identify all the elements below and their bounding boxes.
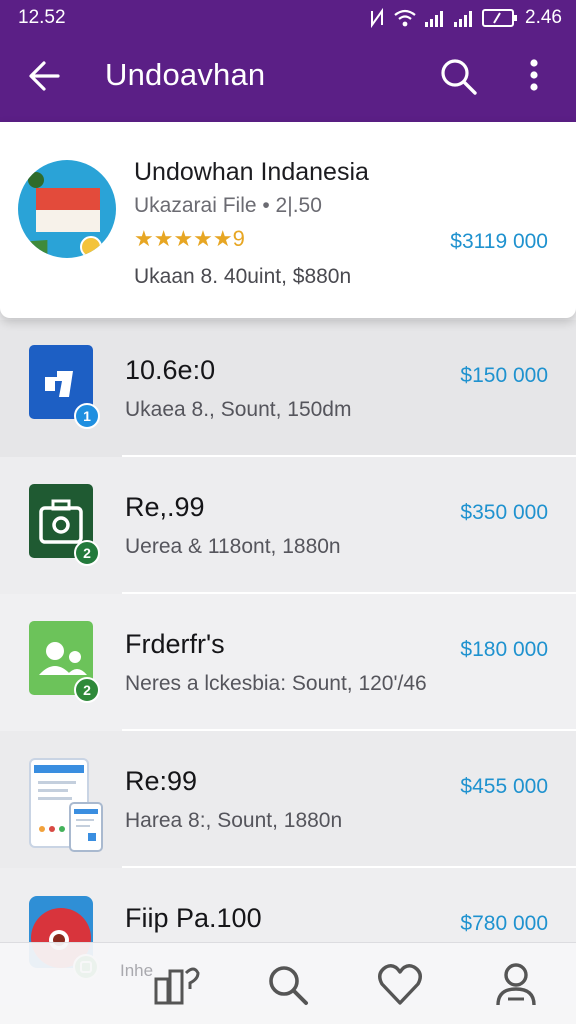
item-price: $455 000 <box>460 775 548 798</box>
nfc-icon <box>371 8 384 28</box>
status-bar: 12.52 2.46 <box>0 0 576 34</box>
item-price: $350 000 <box>460 501 548 524</box>
featured-name: Undowhan Indanesia <box>134 158 369 186</box>
item-detail: Ukaea 8., Sount, 150dm <box>125 398 352 421</box>
count-badge: 1 <box>74 403 100 429</box>
signal-icon <box>454 11 473 27</box>
heart-icon[interactable] <box>374 959 426 1011</box>
arrow-left-icon[interactable] <box>24 54 68 98</box>
item-name: Re,.99 <box>125 492 205 522</box>
profile-icon[interactable] <box>490 959 542 1011</box>
list-item[interactable]: 1 10.6e:0 Ukaea 8., Sount, 150dm $150 00… <box>0 320 576 457</box>
count-badge: 2 <box>74 677 100 703</box>
item-name: Fiip Pa.100 <box>125 903 262 933</box>
featured-card[interactable]: Undowhan Indanesia Ukazarai File • 2|.50… <box>0 122 576 318</box>
bottom-nav: Inhe <box>0 942 576 1024</box>
item-detail: Harea 8:, Sount, 1880n <box>125 809 343 832</box>
list-item[interactable]: 2 Frderfr's Neres a lckesbia: Sount, 120… <box>0 594 576 731</box>
item-detail: Uerea & 118ont, 1880n <box>125 535 341 558</box>
signal-icon <box>425 11 444 27</box>
item-name: Re:99 <box>125 766 198 796</box>
page-title: Undoavhan <box>105 57 266 92</box>
list-item[interactable]: 2 Re,.99 Uerea & 118ont, 1880n $350 000 <box>0 457 576 594</box>
item-price: $150 000 <box>460 364 548 387</box>
more-vertical-icon[interactable] <box>518 54 550 98</box>
count-badge: 2 <box>74 540 100 566</box>
indonesia-flag-icon <box>18 160 116 258</box>
list-item[interactable]: Re:99 Harea 8:, Sount, 1880n $455 000 <box>0 731 576 868</box>
item-name: Frderfr's <box>125 629 225 659</box>
nav-hint-text: Inhe <box>120 961 154 980</box>
search-icon[interactable] <box>436 54 480 98</box>
item-detail: Neres a lckesbia: Sount, 120'/46 <box>125 672 427 695</box>
item-price: $180 000 <box>460 638 548 661</box>
featured-meta: Ukazarai File • 2|.50 <box>134 194 322 217</box>
search-icon[interactable] <box>262 959 314 1011</box>
item-name: 10.6e:0 <box>125 355 216 385</box>
battery-icon <box>482 9 518 27</box>
item-price: $780 000 <box>460 912 548 935</box>
featured-price: $3119 000 <box>450 230 548 253</box>
verified-check-icon <box>80 236 102 258</box>
wifi-icon <box>394 9 416 27</box>
status-icons: 2.46 <box>368 7 562 29</box>
star-rating: ★★★★★9 <box>134 226 245 251</box>
app-bar: Undoavhan <box>0 34 576 122</box>
status-clock: 2.46 <box>525 7 562 28</box>
devices-screen-icon <box>28 757 104 853</box>
featured-detail: Ukaan 8. 40uint, $880n <box>134 265 352 288</box>
home-grid-icon[interactable] <box>150 959 202 1011</box>
status-time: 12.52 <box>18 7 66 28</box>
